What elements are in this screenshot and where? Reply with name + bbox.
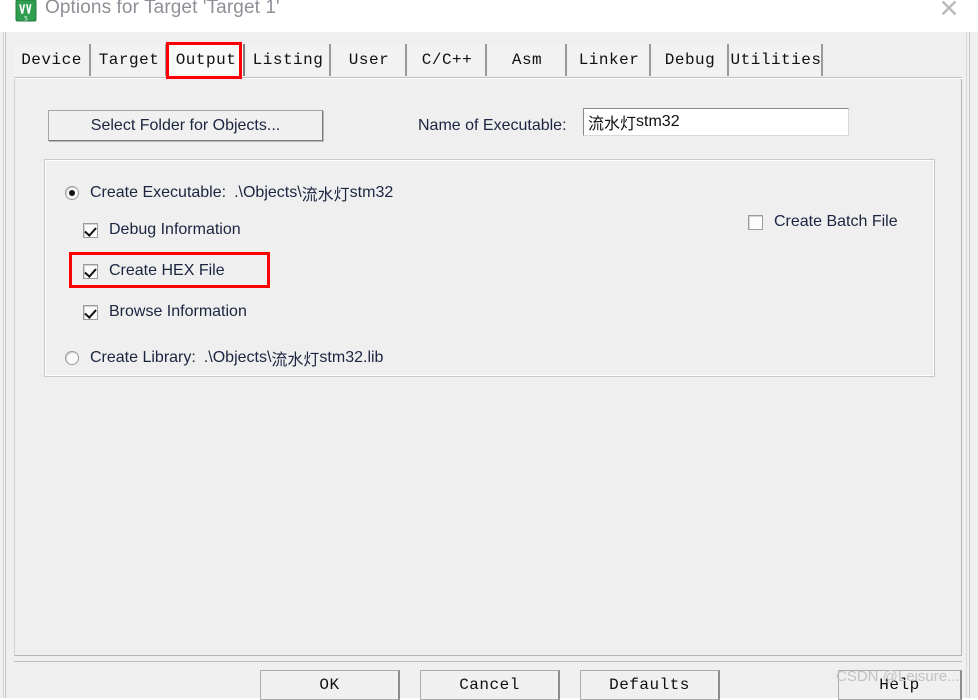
exe-name-ascii: stm32 [636, 113, 680, 130]
debug-information-label: Debug Information [109, 221, 241, 238]
ok-button[interactable]: OK [260, 670, 400, 700]
window-edge-right-inner [966, 32, 967, 698]
close-icon[interactable]: ✕ [926, 0, 972, 26]
create-executable-label: Create Executable: [90, 184, 227, 201]
create-library-path-prefix: .\Objects\ [203, 349, 272, 366]
window-edge-right-outer [969, 32, 970, 698]
tab-output[interactable]: Output [169, 44, 245, 76]
browse-information-checkbox-row[interactable]: Browse Information [83, 303, 247, 321]
window-edge-left-inner [5, 32, 6, 698]
defaults-button[interactable]: Defaults [580, 670, 720, 700]
svg-text:5: 5 [24, 15, 28, 22]
create-library-radio-row[interactable]: Create Library: .\Objects\ 流水灯 stm32.lib [65, 346, 383, 370]
checkbox-icon-create-batch-file[interactable] [748, 214, 763, 230]
name-of-executable-input[interactable]: 流水灯 stm32 [583, 108, 849, 136]
radio-icon-create-executable[interactable] [65, 186, 79, 200]
tab-strip: Device Target Output Listing User C/C++ … [14, 44, 962, 78]
footer-divider [14, 661, 962, 662]
create-executable-path-suffix: stm32 [349, 184, 394, 201]
create-executable-radio-row[interactable]: Create Executable: .\Objects\ 流水灯 stm32 [65, 181, 393, 205]
create-executable-path-prefix: .\Objects\ [234, 184, 302, 201]
window-edge-left-outer [3, 32, 4, 698]
title-bar: 5 Options for Target 'Target 1' ✕ [0, 0, 978, 33]
keil-uvision5-icon: 5 [15, 0, 37, 22]
tab-user[interactable]: User [333, 44, 407, 76]
tab-debug[interactable]: Debug [653, 44, 729, 76]
tab-linker[interactable]: Linker [569, 44, 651, 76]
checkbox-icon-browse-information[interactable] [83, 304, 98, 320]
radio-icon-create-library[interactable] [65, 351, 79, 365]
create-hex-file-checkbox-row[interactable]: Create HEX File [83, 262, 225, 280]
create-executable-path-cjk: 流水灯 [301, 185, 350, 204]
tab-c-cpp[interactable]: C/C++ [409, 44, 487, 76]
create-batch-file-label: Create Batch File [774, 213, 898, 230]
browse-information-label: Browse Information [109, 303, 247, 320]
checkbox-icon-create-hex-file[interactable] [83, 263, 98, 279]
tab-asm[interactable]: Asm [489, 44, 567, 76]
tab-utilities[interactable]: Utilities [731, 44, 823, 76]
tab-target[interactable]: Target [93, 44, 167, 76]
create-hex-file-label: Create HEX File [109, 262, 225, 279]
create-batch-file-checkbox-row[interactable]: Create Batch File [748, 213, 898, 231]
create-library-label: Create Library: [90, 349, 196, 366]
create-library-path-cjk: 流水灯 [271, 350, 320, 369]
tab-device[interactable]: Device [14, 44, 91, 76]
tab-listing[interactable]: Listing [247, 44, 331, 76]
checkbox-icon-debug-information[interactable] [83, 222, 98, 238]
csdn-watermark: CSDN @Leisure... [836, 668, 960, 685]
exe-name-cjk: 流水灯 [588, 114, 637, 133]
name-of-executable-label: Name of Executable: [418, 117, 567, 134]
options-for-target-dialog: 5 Options for Target 'Target 1' ✕ Device… [0, 0, 978, 700]
create-library-path-suffix: stm32.lib [319, 349, 384, 366]
select-folder-for-objects-button[interactable]: Select Folder for Objects... [48, 110, 323, 141]
cancel-button[interactable]: Cancel [420, 670, 560, 700]
debug-information-checkbox-row[interactable]: Debug Information [83, 221, 241, 239]
page-title: Options for Target 'Target 1' [45, 0, 280, 18]
